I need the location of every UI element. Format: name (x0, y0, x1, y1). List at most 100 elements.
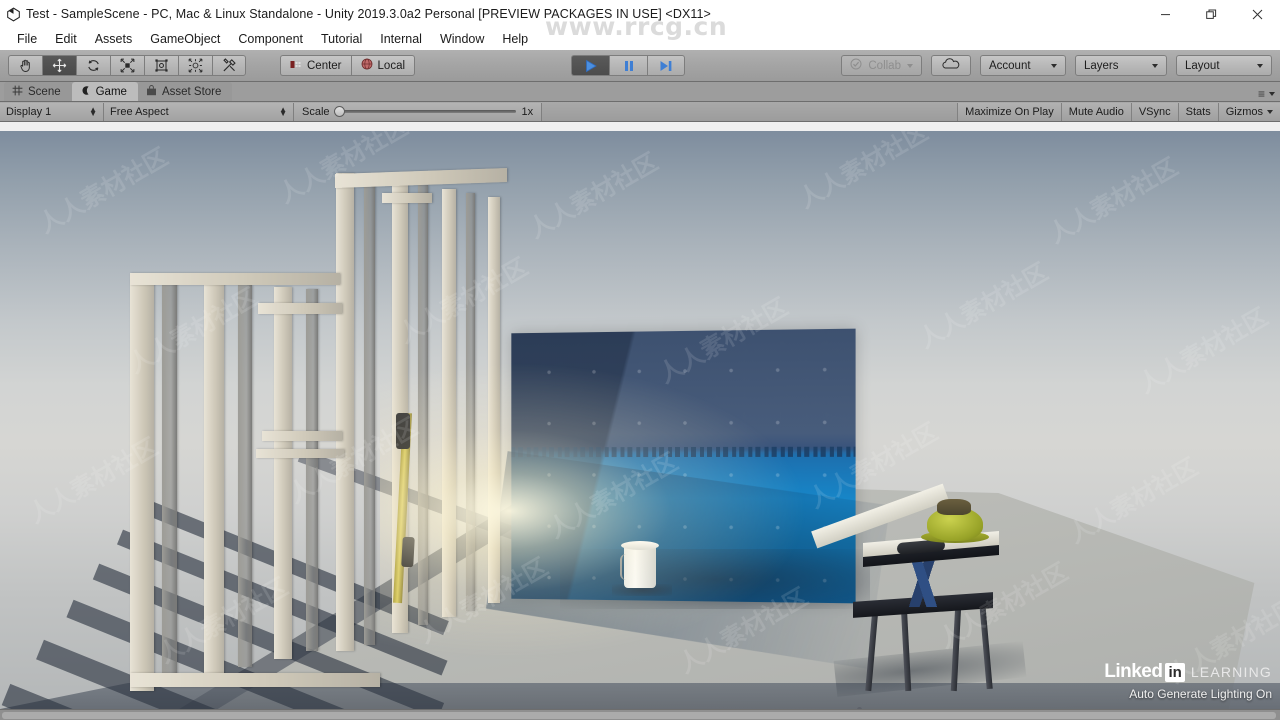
transform-tools-group (8, 55, 246, 76)
mute-audio-button[interactable]: Mute Audio (1060, 102, 1131, 121)
aspect-dropdown[interactable]: Free Aspect ▲ ▼ (104, 102, 294, 121)
scale-tool[interactable] (110, 55, 144, 76)
learning-word: LEARNING (1190, 664, 1272, 680)
panel-tab-row: Scene Game Asset Store ≡ (0, 82, 1280, 102)
bottom-bar (0, 709, 1280, 720)
stats-button[interactable]: Stats (1177, 102, 1218, 121)
menu-gameobject[interactable]: GameObject (141, 30, 229, 48)
menu-help[interactable]: Help (493, 30, 537, 48)
pivot-mode-button[interactable]: Center (280, 55, 351, 76)
rotate-tool[interactable] (76, 55, 110, 76)
hand-tool[interactable] (8, 55, 42, 76)
globe-icon (361, 58, 373, 73)
game-view-toolbar: Display 1 ▲ ▼ Free Aspect ▲ ▼ Scale 1x Max… (0, 102, 1280, 122)
stepper-icon: ▲ ▼ (279, 104, 287, 118)
chevron-down-icon[interactable] (1269, 92, 1275, 96)
panel-ground-shadow (560, 549, 870, 609)
layout-label: Layout (1184, 59, 1220, 72)
maximize-on-play-button[interactable]: Maximize On Play (957, 102, 1061, 121)
cloud-icon (942, 58, 960, 73)
scale-label: Scale (302, 105, 330, 118)
gamepad-icon (80, 85, 91, 99)
tab-scene[interactable]: Scene (4, 82, 72, 101)
menu-tutorial[interactable]: Tutorial (312, 30, 371, 48)
timber-stud-wall (130, 131, 550, 691)
linkedin-in-icon: in (1165, 662, 1185, 682)
window-controls (1142, 0, 1280, 28)
tab-asset-store[interactable]: Asset Store (137, 82, 233, 101)
pivot-mode-label: Center (307, 59, 342, 72)
game-view-viewport[interactable]: 人人素材社区 人人素材社区 人人素材社区 人人素材社区 人人素材社区 人人素材社… (0, 131, 1280, 709)
main-toolbar: Center Local Collab Account Layers Layou… (0, 50, 1280, 82)
chevron-down-icon (906, 63, 913, 68)
title-bar: Test - SampleScene - PC, Mac & Linux Sta… (0, 0, 1280, 28)
layers-button[interactable]: Layers (1074, 55, 1167, 76)
menu-window[interactable]: Window (431, 30, 493, 48)
layers-label: Layers (1083, 59, 1119, 72)
layout-button[interactable]: Layout (1175, 55, 1272, 76)
tab-game-label: Game (95, 85, 127, 98)
menu-file[interactable]: File (8, 30, 46, 48)
pipe-cap-bottom (401, 536, 415, 568)
move-tool[interactable] (42, 55, 76, 76)
custom-editor-tool[interactable] (212, 55, 246, 76)
menu-bar: File Edit Assets GameObject Component Tu… (0, 28, 1280, 50)
menu-component[interactable]: Component (229, 30, 312, 48)
panel-options-icon[interactable]: ≡ (1258, 87, 1265, 101)
linkedin-learning-badge: Linked in LEARNING (1104, 661, 1272, 683)
unity-editor-window: Test - SampleScene - PC, Mac & Linux Sta… (0, 0, 1280, 720)
vsync-label: VSync (1138, 105, 1171, 118)
collab-label: Collab (868, 59, 901, 72)
transform-tool[interactable] (178, 55, 212, 76)
workbench-sawhorse (811, 483, 1027, 697)
collab-button[interactable]: Collab (841, 55, 922, 76)
cloud-check-icon (850, 58, 862, 73)
scale-slider-handle[interactable] (333, 106, 345, 117)
chevron-down-icon (1050, 63, 1057, 68)
scrollbar-thumb[interactable] (2, 712, 1276, 719)
chevron-down-icon[interactable] (1267, 109, 1273, 114)
bucket-handle (620, 554, 630, 580)
grid-icon (12, 85, 23, 99)
unity-icon (0, 0, 26, 28)
gizmos-label: Gizmos (1225, 105, 1263, 118)
close-button[interactable] (1234, 0, 1280, 28)
pivot-rotation-button[interactable]: Local (350, 55, 416, 76)
restore-button[interactable] (1188, 0, 1234, 28)
mute-audio-label: Mute Audio (1068, 105, 1124, 118)
aspect-label: Free Aspect (110, 105, 169, 118)
pivot-icon (290, 59, 302, 73)
store-icon (146, 84, 157, 99)
paint-bucket (612, 536, 672, 596)
panel-menu-group: ≡ (1258, 87, 1280, 101)
step-button[interactable] (647, 55, 686, 76)
chevron-down-icon (1256, 63, 1263, 68)
tab-asset-store-label: Asset Store (161, 85, 222, 98)
pivot-group: Center Local (280, 55, 416, 76)
gizmos-button[interactable]: Gizmos (1217, 102, 1280, 121)
display-dropdown[interactable]: Display 1 ▲ ▼ (0, 102, 104, 121)
minimize-button[interactable] (1142, 0, 1188, 28)
display-label: Display 1 (6, 105, 52, 118)
scale-control[interactable]: Scale 1x (294, 102, 543, 121)
bucket-rim (621, 541, 659, 550)
account-button[interactable]: Account (979, 55, 1066, 76)
scale-slider[interactable] (333, 106, 516, 117)
playback-controls (571, 55, 686, 76)
horizontal-scrollbar[interactable] (2, 712, 1276, 719)
pivot-rotation-label: Local (377, 59, 406, 72)
lighting-status-text: Auto Generate Lighting On (1129, 687, 1272, 701)
cloud-button[interactable] (930, 55, 971, 76)
chevron-down-icon (1151, 63, 1158, 68)
tab-game[interactable]: Game (71, 82, 138, 101)
menu-assets[interactable]: Assets (86, 30, 142, 48)
play-button[interactable] (571, 55, 610, 76)
menu-internal[interactable]: Internal (371, 30, 431, 48)
pipe-cap-top (396, 413, 410, 449)
pause-button[interactable] (609, 55, 648, 76)
window-title: Test - SampleScene - PC, Mac & Linux Sta… (26, 7, 711, 21)
menu-edit[interactable]: Edit (46, 30, 86, 48)
rect-tool[interactable] (144, 55, 178, 76)
toolbar-right-group: Collab Account Layers Layout (841, 55, 1272, 76)
vsync-button[interactable]: VSync (1130, 102, 1178, 121)
